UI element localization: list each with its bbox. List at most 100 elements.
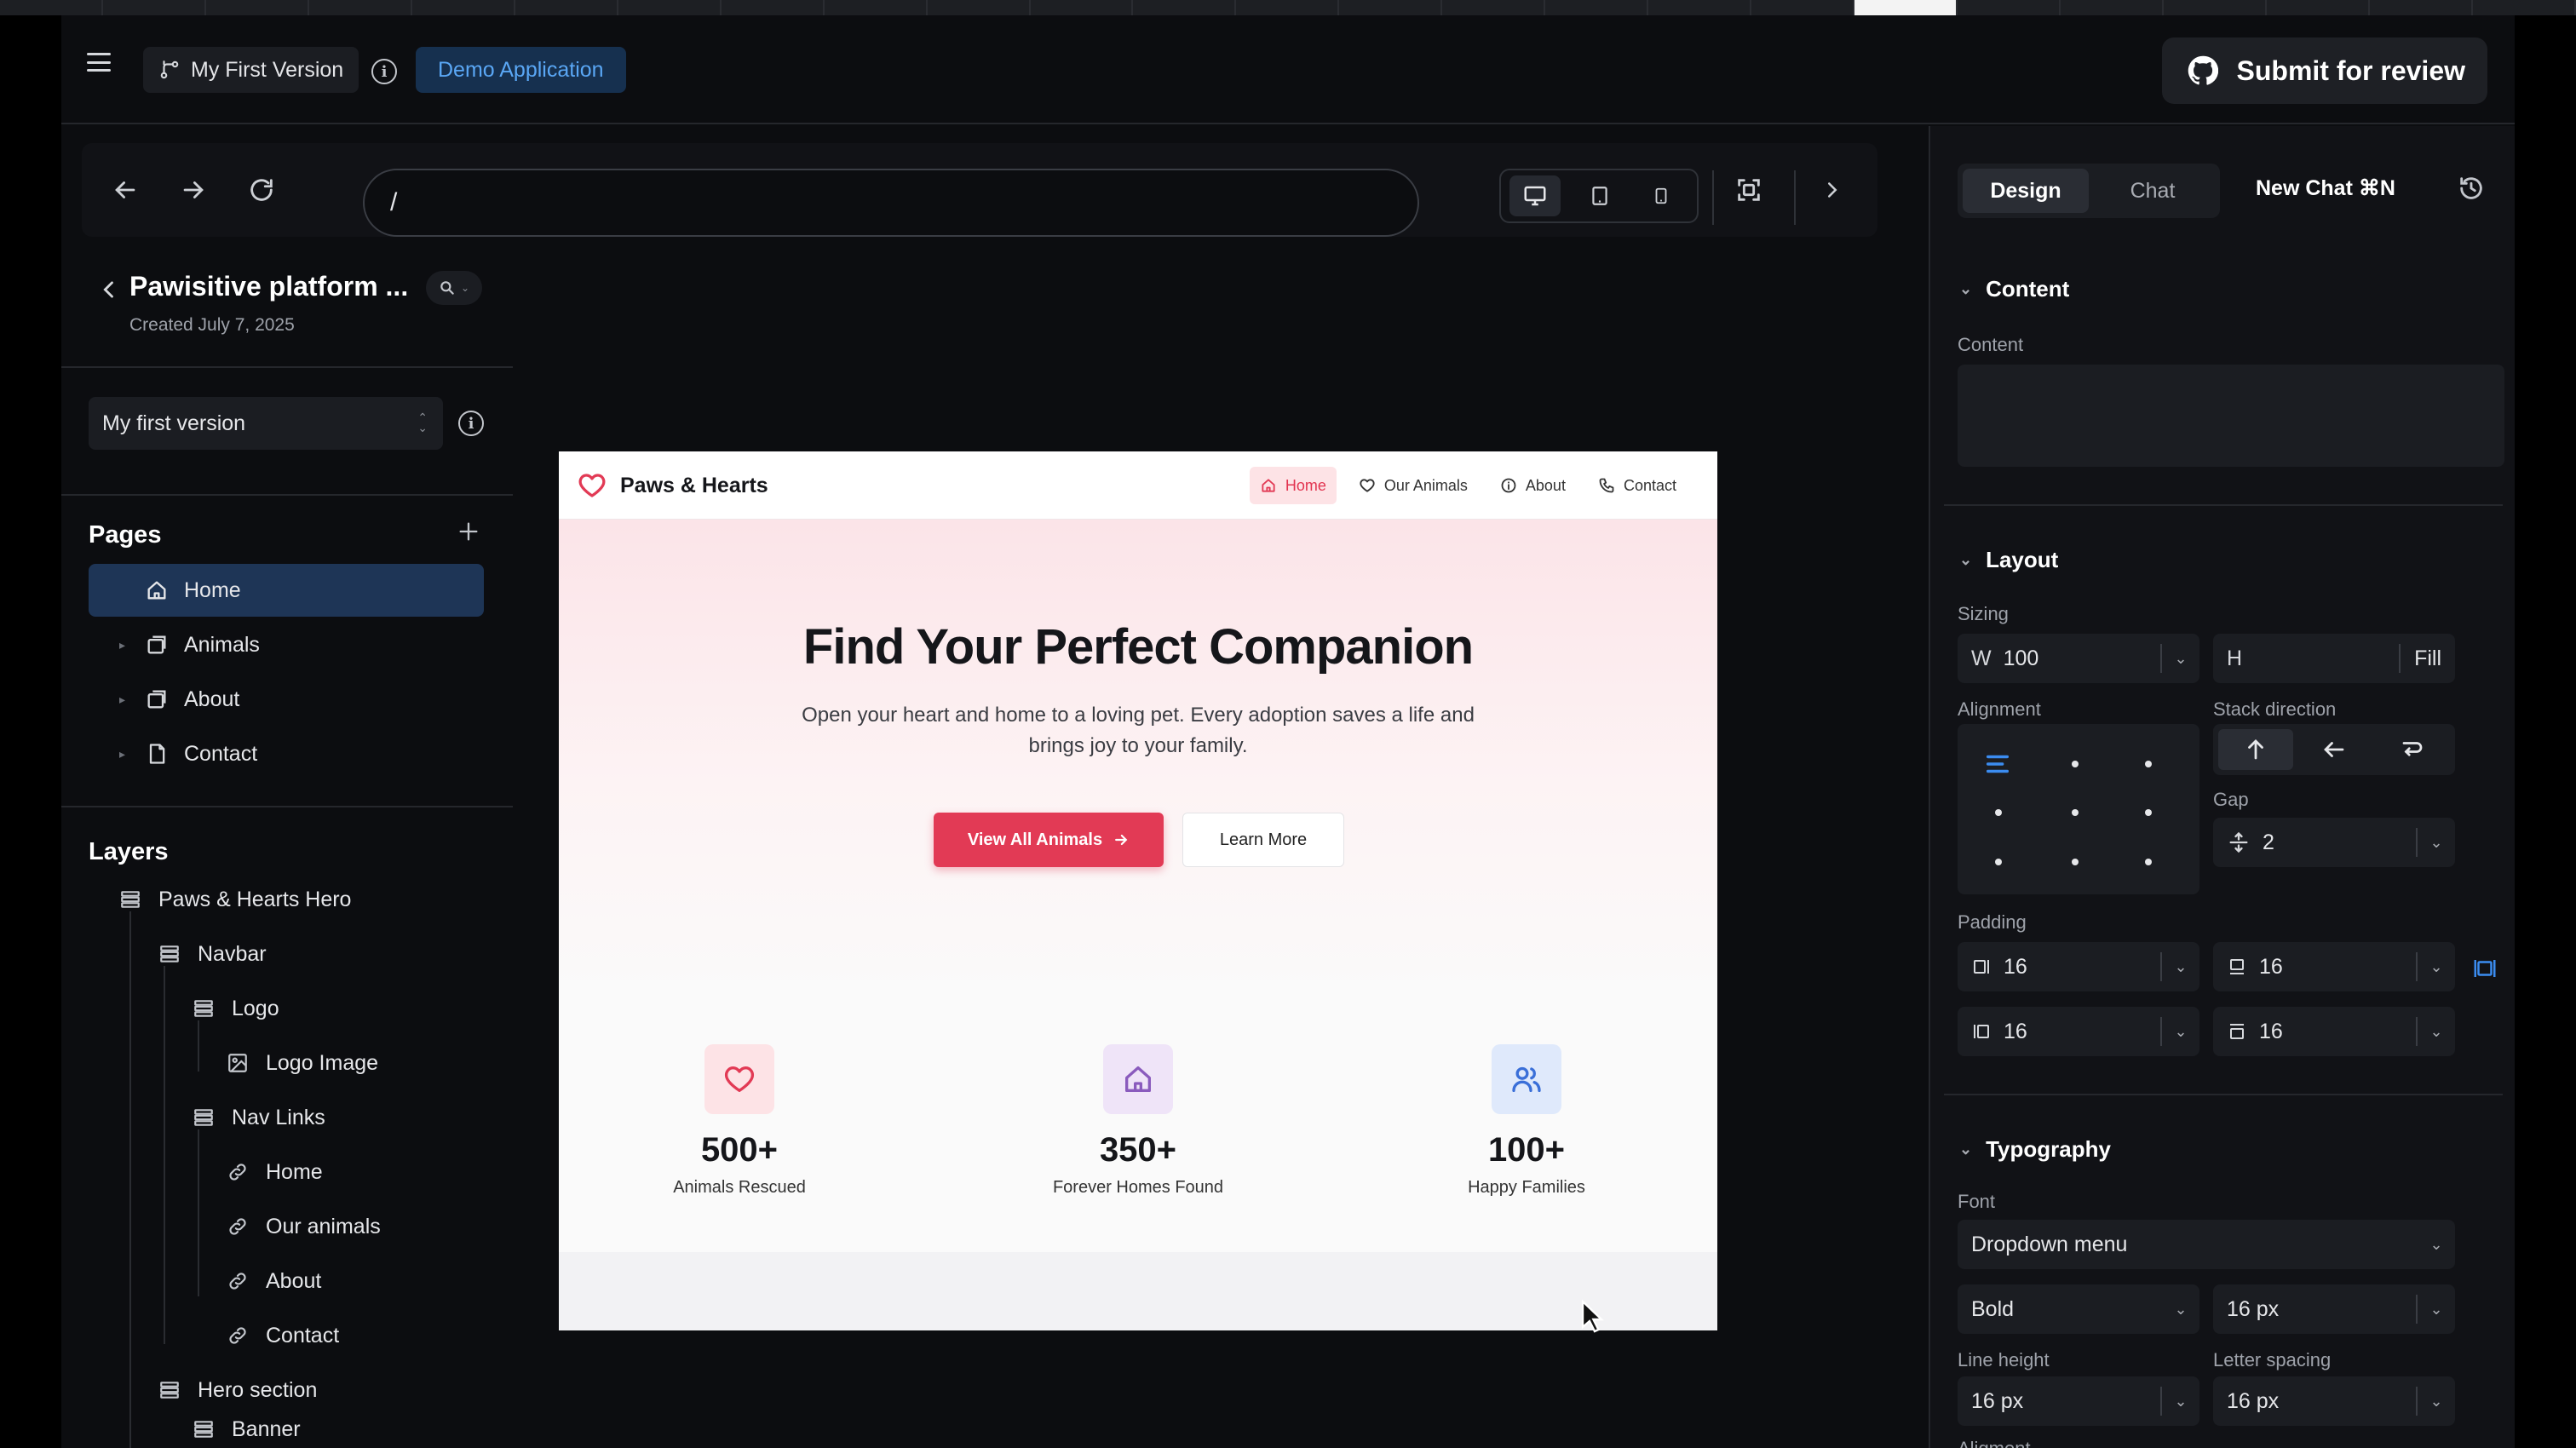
browser-tab[interactable] [1545,0,1649,15]
layout-section-toggle[interactable]: ⌄ Layout [1959,547,2058,573]
width-field[interactable]: W 100 ⌄ [1958,634,2199,683]
padding-left-field[interactable]: 16 ⌄ [1958,942,2199,991]
page-item-animals[interactable]: ▸ Animals [89,618,484,671]
refresh-icon[interactable] [247,175,276,204]
mobile-view-button[interactable] [1636,175,1687,216]
version-chip[interactable]: My First Version [143,47,359,93]
layer-item[interactable]: About [227,1264,321,1298]
padding-bottom-field[interactable]: 16 ⌄ [2213,942,2455,991]
browser-tab[interactable] [928,0,1031,15]
layer-item[interactable]: Logo Image [227,1046,378,1080]
chevron-down-icon[interactable]: ⌄ [2418,1236,2455,1254]
url-input[interactable] [363,169,1419,237]
chevron-down-icon[interactable]: ⌄ [2162,958,2199,976]
browser-tab[interactable] [1442,0,1546,15]
browser-tab[interactable] [1133,0,1237,15]
site-logo[interactable]: Paws & Hearts [576,470,768,501]
padding-top-field[interactable]: 16 ⌄ [2213,1007,2455,1056]
browser-tab[interactable] [412,0,515,15]
browser-tab[interactable] [103,0,206,15]
page-item-home[interactable]: Home [89,564,484,617]
page-item-contact[interactable]: ▸ Contact [89,727,484,780]
demo-application-badge[interactable]: Demo Application [416,47,626,93]
layer-item[interactable]: Home [227,1155,323,1189]
browser-tab[interactable] [2164,0,2267,15]
layer-item[interactable]: Contact [227,1319,339,1353]
site-nav-contact[interactable]: Contact [1588,467,1687,504]
chevron-down-icon[interactable]: ⌄ [2162,650,2199,668]
new-chat-button[interactable]: New Chat ⌘N [2256,175,2395,201]
letter-spacing-field[interactable]: 16 px ⌄ [2213,1376,2455,1426]
chevron-down-icon[interactable]: ⌄ [2162,1023,2199,1041]
typography-section-toggle[interactable]: ⌄ Typography [1959,1136,2111,1163]
align-dot[interactable] [2145,809,2152,816]
search-button[interactable]: ⌄ [426,271,482,305]
browser-tab[interactable] [618,0,722,15]
submit-for-review-button[interactable]: Submit for review [2161,37,2487,104]
caret-right-icon[interactable]: ▸ [119,747,125,761]
browser-tab[interactable] [0,0,103,15]
fit-screen-icon[interactable] [1734,175,1763,204]
back-arrow-icon[interactable] [111,175,140,204]
browser-tab[interactable] [1751,0,1855,15]
info-icon[interactable]: i [458,411,484,436]
padding-link-icon[interactable] [2472,956,2498,981]
align-dot[interactable] [2072,761,2079,767]
chevron-down-icon[interactable]: ⌄ [2418,834,2455,852]
chevron-down-icon[interactable]: ⌄ [2418,1023,2455,1041]
chevron-down-icon[interactable]: ⌄ [2418,1393,2455,1411]
menu-icon[interactable] [87,53,111,72]
font-size-field[interactable]: 16 px ⌄ [2213,1284,2455,1334]
site-nav-about[interactable]: About [1490,467,1576,504]
learn-more-button[interactable]: Learn More [1182,813,1344,867]
alignment-grid[interactable] [1958,724,2199,894]
browser-tab[interactable] [1031,0,1134,15]
info-icon[interactable]: i [371,59,397,84]
layer-item[interactable]: Navbar [158,937,267,971]
align-dot[interactable] [2072,809,2079,816]
browser-tab[interactable] [2473,0,2576,15]
stack-wrap-button[interactable] [2375,729,2450,770]
page-item-about[interactable]: ▸ About [89,673,484,726]
gap-field[interactable]: 2 ⌄ [2213,818,2455,867]
site-nav-home[interactable]: Home [1249,467,1337,504]
forward-arrow-icon[interactable] [179,175,208,204]
browser-tab[interactable] [2061,0,2165,15]
version-select[interactable]: My first version ⌃ ⌄ [89,397,443,450]
align-dot[interactable] [1995,859,2002,865]
height-field[interactable]: H Fill [2213,634,2455,683]
view-all-animals-button[interactable]: View All Animals [934,813,1164,867]
chevron-down-icon[interactable]: ⌄ [2162,1393,2199,1411]
layer-item[interactable]: Our animals [227,1210,381,1244]
align-left-lines-icon[interactable] [1983,750,2012,779]
tab-design[interactable]: Design [1963,169,2089,213]
chevron-down-icon[interactable]: ⌄ [2418,958,2455,976]
site-nav-our-animals[interactable]: Our Animals [1348,467,1478,504]
chevron-down-icon[interactable]: ⌄ [2162,1301,2199,1319]
align-dot[interactable] [1995,809,2002,816]
font-select[interactable]: Dropdown menu ⌄ [1958,1220,2455,1269]
content-section-toggle[interactable]: ⌄ Content [1959,276,2069,302]
browser-tab[interactable] [1339,0,1443,15]
layer-item[interactable]: Logo [193,991,279,1026]
website-preview[interactable]: Paws & Hearts Home Our Animals About Con… [559,451,1717,1330]
browser-tab[interactable] [825,0,928,15]
layer-item[interactable]: Hero section [158,1373,317,1407]
align-dot[interactable] [2145,859,2152,865]
add-page-icon[interactable] [457,520,480,543]
font-weight-select[interactable]: Bold ⌄ [1958,1284,2199,1334]
desktop-view-button[interactable] [1509,175,1561,216]
padding-right-field[interactable]: 16 ⌄ [1958,1007,2199,1056]
content-textarea[interactable] [1958,365,2504,467]
browser-tab[interactable] [1958,0,2061,15]
height-mode[interactable]: Fill [2401,646,2455,671]
line-height-field[interactable]: 16 px ⌄ [1958,1376,2199,1426]
browser-tab[interactable] [1236,0,1340,15]
browser-tab[interactable] [1648,0,1752,15]
chevron-left-icon[interactable] [97,278,121,302]
stack-vertical-button[interactable] [2218,729,2293,770]
chevron-down-icon[interactable]: ⌄ [2418,1301,2455,1319]
layer-item[interactable]: Nav Links [193,1100,325,1135]
stack-horizontal-button[interactable] [2297,729,2372,770]
layer-item[interactable]: Banner [193,1412,301,1446]
